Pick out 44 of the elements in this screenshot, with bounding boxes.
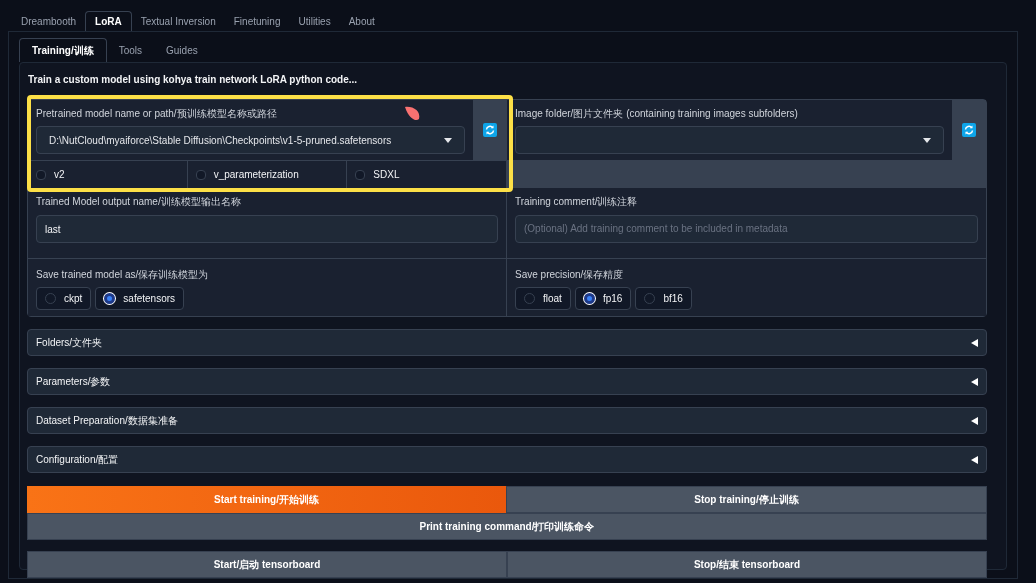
checkbox-option[interactable]: v_parameterization [187, 161, 348, 188]
dropdown-value: D:\NutCloud\myaiforce\Stable Diffusion\Checkpoints\v1-5-pruned.safetensors [49, 133, 392, 148]
caret-icon [971, 416, 978, 425]
accordion-header[interactable]: Dataset Preparation/数据集准备 [27, 407, 987, 434]
radio-option[interactable]: ckpt [36, 287, 92, 310]
field-label: Pretrained model name or path/预训练模型名称或路径 [36, 107, 277, 121]
action-button[interactable]: Stop training/停止训练 [506, 486, 987, 513]
action-button[interactable]: Stop/结束 tensorboard [507, 551, 987, 578]
caret-icon [923, 137, 931, 143]
accordion-header[interactable]: Folders/文件夹 [27, 329, 987, 356]
refresh-icon[interactable] [962, 123, 976, 137]
tab[interactable]: Textual Inversion [131, 11, 225, 31]
caret-icon [971, 338, 978, 347]
field-label: Save precision/保存精度 [515, 268, 625, 282]
action-button[interactable]: Start/启动 tensorboard [27, 551, 507, 578]
caret-icon [971, 455, 978, 464]
caret-icon [444, 137, 452, 143]
description-text: Train a custom model using kohya train network LoRA python code... [27, 72, 359, 87]
radio-option[interactable]: safetensors [95, 287, 185, 310]
tab[interactable]: Finetuning [224, 11, 290, 31]
checkbox-option[interactable]: v2 [28, 161, 188, 188]
text-field[interactable]: (Optional) Add training comment to be included in metadata [515, 215, 978, 243]
radio-option[interactable]: float [515, 287, 571, 310]
checkbox-option[interactable]: SDXL [347, 161, 507, 188]
field-label: Training comment/训练注释 [515, 195, 639, 209]
field-label: Save trained model as/保存训练模型为 [36, 268, 210, 282]
refresh-icon[interactable] [483, 123, 497, 137]
action-button[interactable]: Print training command/打印训练命令 [27, 513, 987, 540]
tab[interactable]: Dreambooth [12, 11, 86, 31]
field-label: Trained Model output name/训练模型输出名称 [36, 195, 242, 209]
radio-option[interactable]: fp16 [574, 287, 632, 310]
accordion-header[interactable]: Configuration/配置 [27, 446, 987, 473]
subtab[interactable]: Guides [154, 38, 210, 62]
radio-option[interactable]: bf16 [635, 287, 692, 310]
caret-icon [971, 377, 978, 386]
tab[interactable]: About [339, 11, 384, 31]
tab[interactable]: Utilities [289, 11, 340, 31]
text-field[interactable]: last [36, 215, 498, 243]
tab[interactable]: LoRA [85, 11, 132, 31]
subtab[interactable]: Tools [106, 38, 155, 62]
field-label: Image folder/图片文件夹 (containing training images subfolders) [515, 107, 799, 121]
accordion-header[interactable]: Parameters/参数 [27, 368, 987, 395]
dropdown-field[interactable]: D:\NutCloud\myaiforce\Stable Diffusion\Checkpoints\v1-5-pruned.safetensors [36, 126, 465, 154]
dropdown-field[interactable] [515, 126, 944, 154]
